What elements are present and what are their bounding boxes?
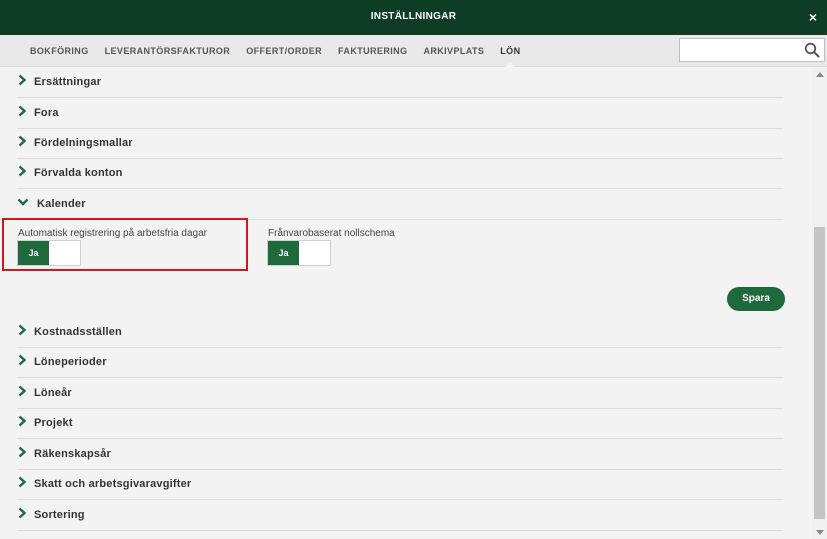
settings-content: Ersättningar Fora Fördelningsmallar Förv… (0, 68, 812, 539)
section-label: Sortering (34, 509, 85, 521)
save-button[interactable]: Spara (727, 287, 785, 311)
section-skatt-och-arbetsgivaravgifter[interactable]: Skatt och arbetsgivaravgifter (17, 470, 783, 500)
section-label: Fördelningsmallar (34, 137, 133, 149)
scroll-up-icon[interactable] (816, 72, 824, 77)
tabs: BOKFÖRING LEVERANTÖRSFAKTUROR OFFERT/ORD… (22, 35, 528, 68)
section-kostnadsstallen[interactable]: Kostnadsställen (17, 318, 783, 348)
chevron-right-icon (18, 446, 27, 458)
section-label: Räkenskapsår (34, 448, 112, 460)
section-lonear[interactable]: Löneår (17, 379, 783, 409)
chevron-right-icon (18, 507, 27, 519)
section-loneperioder[interactable]: Löneperioder (17, 348, 783, 378)
toggle-on-label: Ja (268, 241, 299, 265)
section-label: Skatt och arbetsgivaravgifter (34, 478, 192, 490)
chevron-right-icon (18, 135, 27, 147)
tab-arkivplats[interactable]: ARKIVPLATS (415, 35, 492, 67)
section-label: Fora (34, 107, 59, 119)
absence-schedule-toggle[interactable]: Ja (267, 240, 331, 266)
section-label: Kostnadsställen (34, 326, 122, 338)
vertical-scrollbar[interactable] (812, 68, 827, 539)
chevron-right-icon (18, 324, 27, 336)
chevron-right-icon (18, 74, 27, 86)
section-label: Löneperioder (34, 356, 107, 368)
chevron-right-icon (18, 476, 27, 488)
section-projekt[interactable]: Projekt (17, 409, 783, 439)
chevron-down-icon (17, 198, 29, 206)
absence-schedule-label: Frånvarobaserat nollschema (268, 228, 395, 239)
section-label: Ersättningar (34, 76, 102, 88)
chevron-right-icon (18, 415, 27, 427)
chevron-right-icon (18, 354, 27, 366)
search-icon[interactable] (804, 42, 820, 58)
tab-lon[interactable]: LÖN (492, 35, 528, 68)
tab-fakturering[interactable]: FAKTURERING (330, 35, 415, 67)
tab-offert-order[interactable]: OFFERT/ORDER (238, 35, 330, 67)
scroll-down-icon[interactable] (816, 530, 824, 535)
section-kalender[interactable]: Kalender (17, 190, 783, 220)
section-label: Förvalda konton (34, 167, 123, 179)
auto-registration-toggle[interactable]: Ja (17, 240, 81, 266)
close-icon[interactable]: × (809, 9, 817, 25)
section-ersattningar[interactable]: Ersättningar (17, 68, 783, 98)
section-fora[interactable]: Fora (17, 99, 783, 129)
tab-leverantorsfakturor[interactable]: LEVERANTÖRSFAKTUROR (97, 35, 239, 67)
tab-bokforing[interactable]: BOKFÖRING (22, 35, 97, 67)
section-fordelningsmallar[interactable]: Fördelningsmallar (17, 129, 783, 159)
section-forvalda-konton[interactable]: Förvalda konton (17, 159, 783, 189)
window-title: INSTÄLLNINGAR (370, 11, 457, 22)
auto-registration-label: Automatisk registrering på arbetsfria da… (18, 228, 207, 239)
section-label: Kalender (37, 198, 86, 210)
title-bar: INSTÄLLNINGAR × (0, 0, 827, 35)
section-label: Projekt (34, 417, 73, 429)
chevron-right-icon (18, 165, 27, 177)
search-box (679, 38, 825, 62)
chevron-right-icon (18, 385, 27, 397)
chevron-right-icon (18, 105, 27, 117)
section-label: Löneår (34, 387, 72, 399)
section-rakenskapsar[interactable]: Räkenskapsår (17, 440, 783, 470)
section-sortering[interactable]: Sortering (17, 501, 783, 531)
toggle-on-label: Ja (18, 241, 49, 265)
scrollbar-thumb[interactable] (814, 227, 825, 519)
search-input[interactable] (684, 42, 800, 58)
